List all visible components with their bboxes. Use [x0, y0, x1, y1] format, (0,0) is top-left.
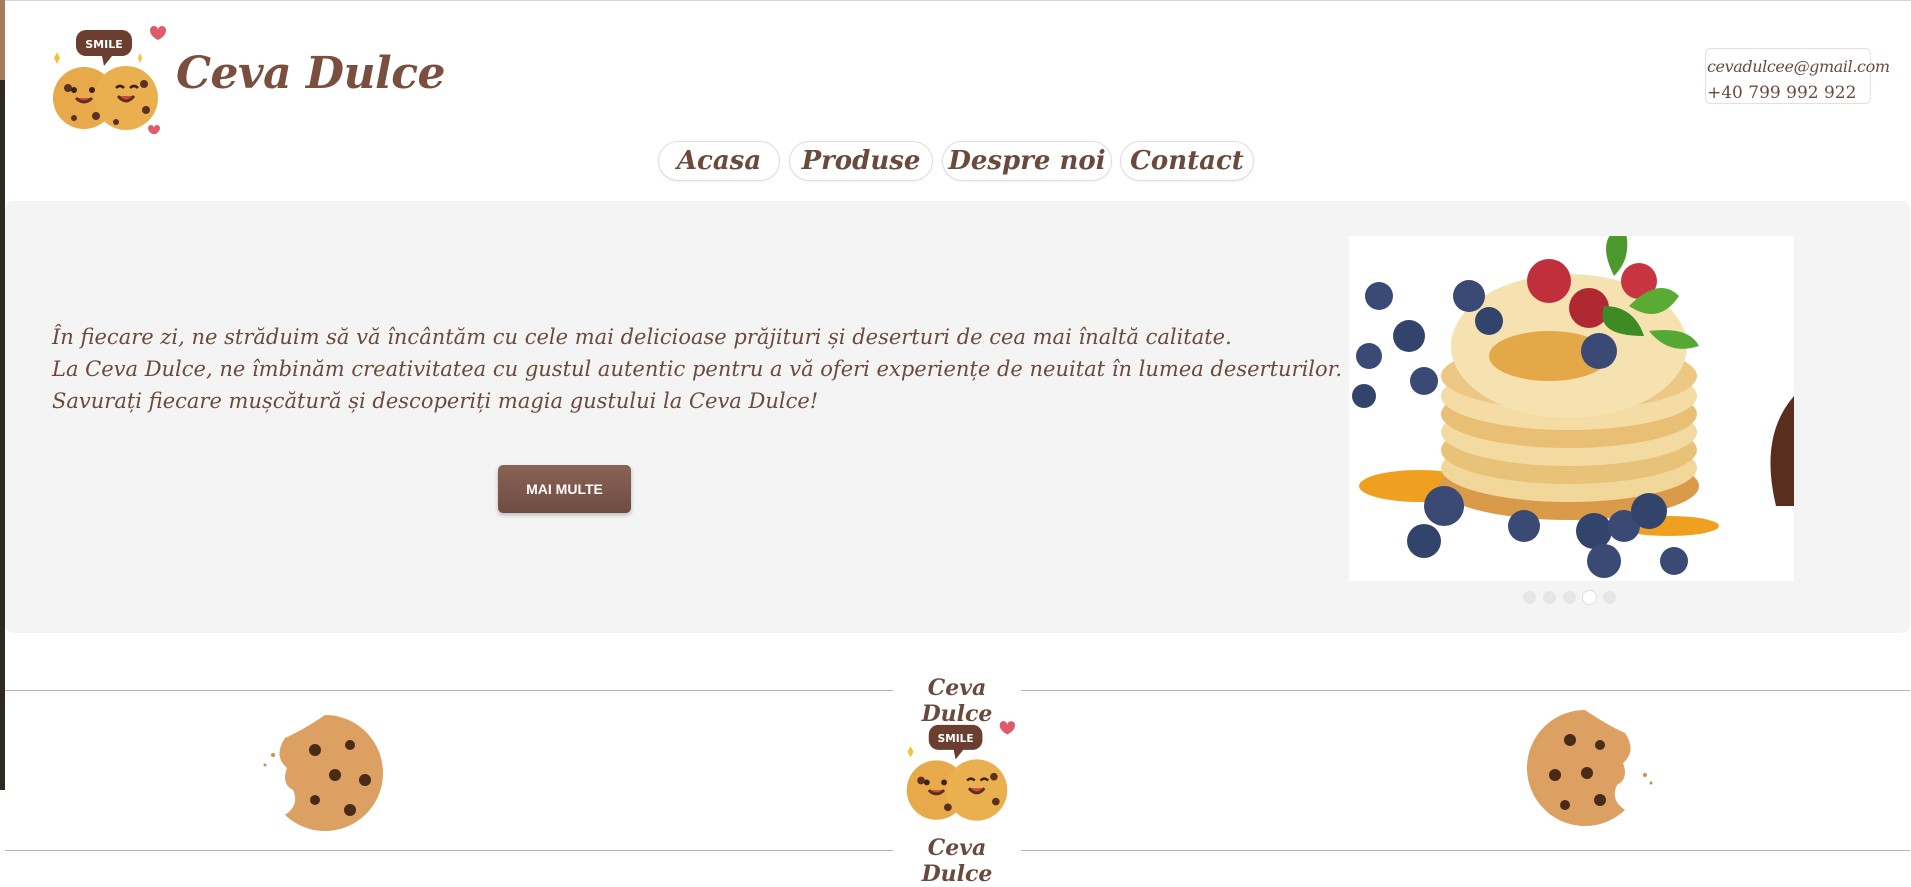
- carousel-dot[interactable]: [1603, 591, 1616, 604]
- carousel-dot[interactable]: [1543, 591, 1556, 604]
- logo-smile-text: SMILE: [85, 38, 123, 51]
- cookie-logo-icon[interactable]: SMILE: [46, 18, 166, 134]
- hero-line: Savurați fiecare mușcătură și descoperiț…: [52, 389, 819, 413]
- nav-despre-noi[interactable]: Despre noi: [942, 141, 1112, 181]
- carousel-dot[interactable]: [1523, 591, 1536, 604]
- hero-line: În fiecare zi, ne străduim să vă încântă…: [52, 325, 1232, 349]
- footer-bottom-label: Ceva Dulce: [893, 835, 1021, 887]
- more-button[interactable]: MAI MULTE: [498, 465, 631, 513]
- bitten-cookie-right-icon: [1527, 710, 1653, 826]
- contact-email[interactable]: cevadulcee@gmail.com: [1707, 53, 1890, 80]
- carousel-dot[interactable]: [1563, 591, 1576, 604]
- bitten-cookie-left-icon: [263, 715, 383, 831]
- cookie-logo-center-icon: SMILE: [906, 721, 1015, 821]
- logo-center-smile-text: SMILE: [938, 733, 974, 745]
- hero-text: În fiecare zi, ne străduim să vă încântă…: [52, 321, 1343, 417]
- hero-section: În fiecare zi, ne străduim să vă încântă…: [5, 201, 1910, 633]
- carousel-pancakes-image[interactable]: [1349, 236, 1794, 581]
- carousel-dot-active[interactable]: [1583, 591, 1596, 604]
- brand-name[interactable]: Ceva Dulce: [176, 48, 446, 99]
- nav-acasa[interactable]: Acasa: [658, 141, 780, 181]
- contact-phone[interactable]: +40 799 992 922: [1707, 80, 1870, 107]
- nav-contact[interactable]: Contact: [1120, 141, 1254, 181]
- contact-box: cevadulcee@gmail.com +40 799 992 922: [1705, 48, 1890, 107]
- nav-produse[interactable]: Produse: [789, 141, 933, 181]
- carousel-dots: [1523, 591, 1616, 605]
- main-nav: Acasa Produse Despre noi Contact: [0, 141, 1911, 181]
- hero-line: La Ceva Dulce, ne îmbinăm creativitatea …: [52, 357, 1343, 381]
